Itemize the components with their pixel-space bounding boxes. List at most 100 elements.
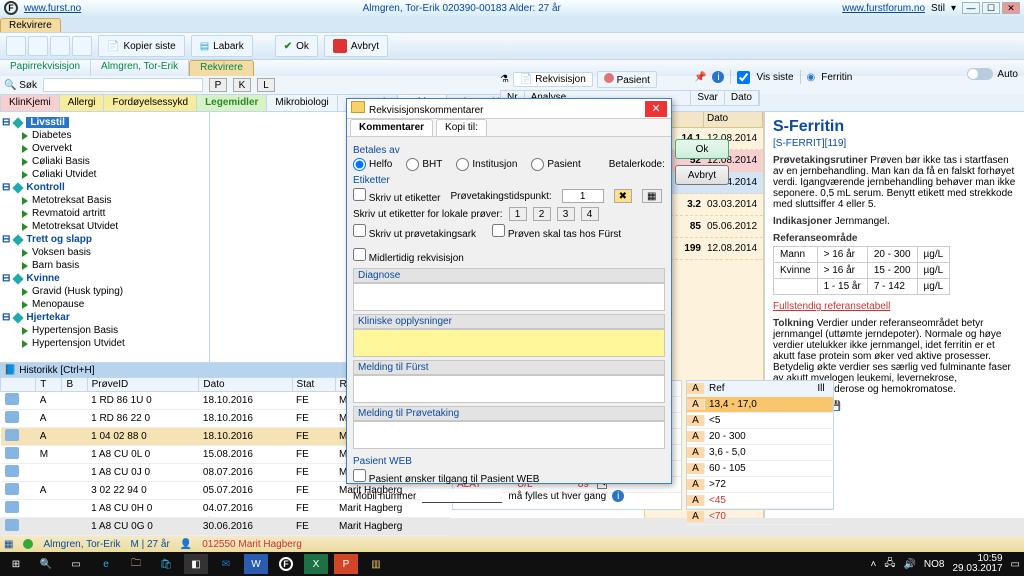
tree-group[interactable]: ⊟Hjertekar: [2, 311, 207, 324]
tree-group[interactable]: ⊟Livsstil: [2, 116, 207, 129]
notification-icon[interactable]: ▭: [1011, 559, 1020, 570]
ref-row[interactable]: A<45: [687, 493, 833, 509]
tree-item[interactable]: Barn basis: [2, 259, 207, 272]
toolbar-icon-2[interactable]: [28, 36, 48, 56]
tray-volume-icon[interactable]: 🔊: [903, 559, 915, 570]
tree-group[interactable]: ⊟Kvinne: [2, 272, 207, 285]
ref-row[interactable]: A>72: [687, 477, 833, 493]
lokale-3[interactable]: 3: [557, 207, 575, 221]
tree-item[interactable]: Hypertensjon Basis: [2, 324, 207, 337]
dialog-tab-kommentarer[interactable]: Kommentarer: [350, 119, 433, 136]
store-icon[interactable]: 🛍: [154, 554, 178, 574]
info-icon[interactable]: i: [712, 71, 724, 83]
tree-item[interactable]: Cøliaki Basis: [2, 155, 207, 168]
explorer-icon[interactable]: 🗀: [124, 554, 148, 574]
tidspunkt-input[interactable]: [562, 189, 604, 203]
tree-group[interactable]: ⊟Trett og slapp: [2, 233, 207, 246]
info-icon[interactable]: i: [612, 490, 624, 502]
tree-item[interactable]: Cøliaki Utvidet: [2, 168, 207, 181]
category-tab-legemidler[interactable]: Legemidler: [196, 94, 267, 111]
radio-institusjon[interactable]: Institusjon: [456, 158, 517, 171]
labark-button[interactable]: ▤Labark: [191, 35, 253, 57]
search-icon[interactable]: 🔍: [34, 554, 58, 574]
tray-network-icon[interactable]: 🖧: [884, 556, 895, 573]
ref-row[interactable]: A20 - 300: [687, 429, 833, 445]
window-maximize[interactable]: ☐: [982, 2, 1000, 14]
subtab-patient[interactable]: Almgren, Tor-Erik: [91, 60, 189, 76]
toolbar-icon-1[interactable]: [6, 36, 26, 56]
dialog-avbryt-button[interactable]: Avbryt: [675, 165, 729, 185]
dialog-tab-kopi[interactable]: Kopi til:: [436, 119, 487, 136]
kliniske-textarea[interactable]: [353, 329, 665, 357]
tree-item[interactable]: Metotreksat Basis: [2, 194, 207, 207]
tree-item[interactable]: Metotreksat Utvidet: [2, 220, 207, 233]
tidspunkt-calendar[interactable]: ▦: [642, 189, 661, 203]
midlertidig-check[interactable]: Midlertidig rekvisisjon: [353, 253, 464, 264]
lokale-4[interactable]: 4: [581, 207, 599, 221]
melding-furst-textarea[interactable]: [353, 375, 665, 403]
filter-p[interactable]: P: [209, 78, 227, 92]
word-icon[interactable]: W: [244, 554, 268, 574]
doc-tab-rekvirere[interactable]: Rekvirere: [0, 18, 61, 32]
dialog-ok-button[interactable]: Ok: [675, 139, 729, 159]
lokale-1[interactable]: 1: [509, 207, 527, 221]
subtab-papir[interactable]: Papirrekvisisjon: [0, 60, 91, 76]
dialog-close-button[interactable]: ✕: [645, 101, 667, 117]
subtab-rekvirere[interactable]: Rekvirere: [189, 60, 254, 76]
tree-item[interactable]: Gravid (Husk typing): [2, 285, 207, 298]
edge-icon[interactable]: e: [94, 554, 118, 574]
category-tab-klinkjemi[interactable]: KlinKjemi: [0, 94, 60, 111]
auto-toggle[interactable]: [967, 68, 993, 80]
skriv-ut-etiketter-check[interactable]: Skriv ut etiketter: [353, 188, 440, 204]
tree-item[interactable]: Diabetes: [2, 129, 207, 142]
tree-item[interactable]: Hypertensjon Utvidet: [2, 337, 207, 350]
tray-up-icon[interactable]: ˄: [870, 559, 876, 570]
app-icon-1[interactable]: ◧: [184, 554, 208, 574]
search-input[interactable]: [43, 78, 203, 92]
full-reference-link[interactable]: Fullstendig referansetabell: [773, 301, 890, 312]
tree-item[interactable]: Voksen basis: [2, 246, 207, 259]
tree-item[interactable]: Overvekt: [2, 142, 207, 155]
ref-row[interactable]: A<70: [687, 509, 833, 525]
task-view-icon[interactable]: ▭: [64, 554, 88, 574]
radio-helfo[interactable]: Helfo: [353, 158, 392, 171]
tree-item[interactable]: Menopause: [2, 298, 207, 311]
tree-group[interactable]: ⊟Kontroll: [2, 181, 207, 194]
radio-bht[interactable]: BHT: [406, 158, 442, 171]
ref-row[interactable]: A60 - 105: [687, 461, 833, 477]
hist-row[interactable]: 1 A8 CU 0G 030.06.2016FEMarit Hagberg: [1, 518, 450, 536]
forum-link[interactable]: www.furstforum.no: [842, 3, 925, 14]
ok-button[interactable]: ✔Ok: [275, 35, 318, 57]
window-close[interactable]: ✕: [1002, 2, 1020, 14]
filter-k[interactable]: K: [233, 78, 251, 92]
tray-lang[interactable]: NO8: [924, 559, 945, 570]
toolbar-icon-3[interactable]: [50, 36, 70, 56]
url-link[interactable]: www.furst.no: [24, 3, 81, 14]
excel-icon[interactable]: X: [304, 554, 328, 574]
lokale-2[interactable]: 2: [533, 207, 551, 221]
radio-pasient[interactable]: Pasient: [531, 158, 580, 171]
start-button[interactable]: ⊞: [4, 554, 28, 574]
tree-item[interactable]: Revmatoid artritt: [2, 207, 207, 220]
powerpoint-icon[interactable]: P: [334, 554, 358, 574]
outlook-icon[interactable]: ✉: [214, 554, 238, 574]
tidspunkt-clear[interactable]: ✖: [614, 189, 632, 203]
tab-rekvisisjon[interactable]: 📄 Rekvisisjon: [513, 72, 593, 87]
category-tab-mikrobiologi[interactable]: Mikrobiologi: [266, 94, 337, 111]
vis-siste-check[interactable]: [737, 71, 750, 84]
hos-furst-check[interactable]: Prøven skal tas hos Fürst: [492, 224, 621, 240]
tab-pasient[interactable]: Pasient: [597, 71, 657, 88]
toolbar-icon-4[interactable]: [72, 36, 92, 56]
filter-l[interactable]: L: [257, 78, 275, 92]
pasientweb-check[interactable]: Pasient ønsker tilgang til Pasient WEB: [353, 474, 539, 485]
skriv-ark-check[interactable]: Skriv ut prøvetakingsark: [353, 224, 476, 240]
pin-icon[interactable]: 📌: [694, 72, 706, 83]
reference-column[interactable]: ARefIll A13,4 - 17,0A<5A20 - 300A3,6 - 5…: [686, 380, 834, 510]
app-icon-2[interactable]: ▥: [364, 554, 388, 574]
diagnose-textarea[interactable]: [353, 283, 665, 311]
ref-row[interactable]: A<5: [687, 413, 833, 429]
melding-prove-textarea[interactable]: [353, 421, 665, 449]
ref-row[interactable]: A13,4 - 17,0: [687, 397, 833, 413]
ref-row[interactable]: A3,6 - 5,0: [687, 445, 833, 461]
kopier-siste-button[interactable]: 📄Kopier siste: [98, 35, 185, 57]
